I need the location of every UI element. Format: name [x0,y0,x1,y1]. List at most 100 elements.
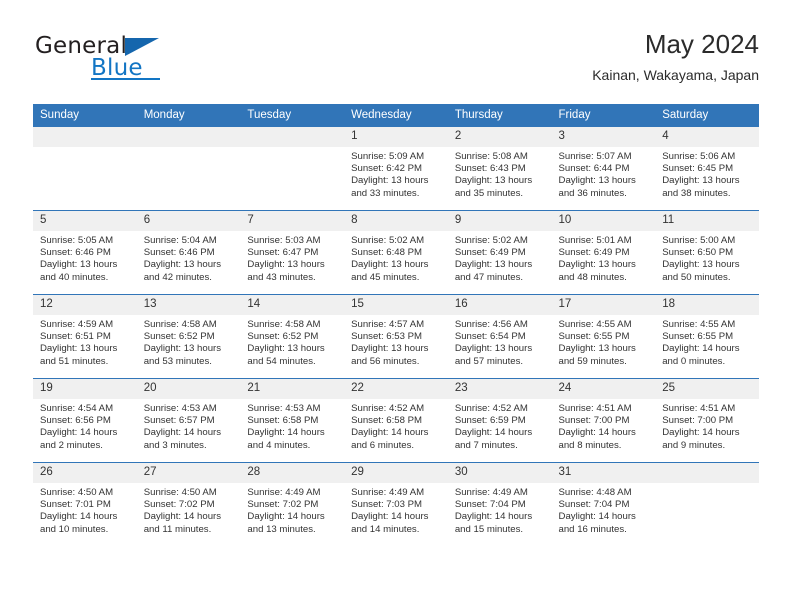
day-number: 29 [344,463,448,483]
calendar-day-cell[interactable]: 9 Sunrise: 5:02 AM Sunset: 6:49 PM Daylight… [447,210,552,295]
calendar-day-cell[interactable]: 1 Sunrise: 5:09 AM Sunset: 6:42 PM Daylight… [344,126,448,211]
calendar-day-cell[interactable]: 25 Sunrise: 4:51 AM Sunset: 7:00 PM Dayligh… [655,378,759,463]
sunrise-time: Sunrise: 4:59 AM [40,319,114,330]
triangle-flag-icon [125,38,159,56]
calendar-day-cell[interactable]: 8 Sunrise: 5:02 AM Sunset: 6:48 PM Daylight… [344,210,448,295]
calendar-day-cell[interactable]: 19 Sunrise: 4:54 AM Sunset: 6:56 PM Dayligh… [33,378,137,463]
daylight-duration-line2: and 11 minutes. [143,523,212,535]
day-cell-content: 16 Sunrise: 4:56 AM Sunset: 6:54 PM Dayligh… [447,295,552,378]
day-cell-content: 4 Sunrise: 5:06 AM Sunset: 6:45 PM Daylight… [655,127,759,210]
day-number: 27 [136,463,241,483]
sunrise-time: Sunrise: 4:56 AM [454,319,528,330]
calendar-day-cell[interactable]: 21 Sunrise: 4:53 AM Sunset: 6:58 PM Dayligh… [240,378,345,463]
day-details: Sunrise: 4:49 AM Sunset: 7:04 PM Daylight:… [448,483,552,536]
calendar-day-cell[interactable]: 31 Sunrise: 4:48 AM Sunset: 7:04 PM Dayligh… [551,462,656,546]
calendar-day-cell[interactable]: 28 Sunrise: 4:49 AM Sunset: 7:02 PM Dayligh… [240,462,345,546]
calendar-day-cell[interactable]: 16 Sunrise: 4:56 AM Sunset: 6:54 PM Dayligh… [447,294,552,379]
day-number: 13 [136,295,241,315]
sunset-time: Sunset: 6:49 PM [454,247,526,259]
daylight-duration-line1: Daylight: 14 hours [247,427,325,439]
day-details: Sunrise: 5:02 AM Sunset: 6:49 PM Daylight:… [448,231,552,284]
calendar-day-cell[interactable]: 22 Sunrise: 4:52 AM Sunset: 6:58 PM Dayligh… [344,378,448,463]
day-cell-content: 6 Sunrise: 5:04 AM Sunset: 6:46 PM Daylight… [136,211,241,294]
calendar-day-cell[interactable]: 15 Sunrise: 4:57 AM Sunset: 6:53 PM Dayligh… [344,294,448,379]
calendar-grid: Sunday Monday Tuesday Wednesday Thursday Frid… [33,104,759,546]
calendar-day-cell[interactable]: 7 Sunrise: 5:03 AM Sunset: 6:47 PM Daylight… [240,210,345,295]
day-number: 16 [447,295,552,315]
calendar-day-cell[interactable]: 27 Sunrise: 4:50 AM Sunset: 7:02 PM Dayligh… [136,462,241,546]
day-number: 5 [33,211,137,231]
day-number: 25 [655,379,759,399]
sunset-time: Sunset: 7:00 PM [662,415,734,427]
calendar-day-cell[interactable]: 5 Sunrise: 5:05 AM Sunset: 6:46 PM Daylight… [33,210,137,295]
day-cell-content: 25 Sunrise: 4:51 AM Sunset: 7:00 PM Dayligh… [655,379,759,462]
title-block: May 2024 Kainan, Wakayama, Japan [592,28,759,85]
calendar-day-cell[interactable]: 2 Sunrise: 5:08 AM Sunset: 6:43 PM Daylight… [447,126,552,211]
sunset-time: Sunset: 7:02 PM [143,499,215,511]
sunset-time: Sunset: 7:00 PM [558,415,630,427]
daylight-duration-line1: Daylight: 14 hours [558,511,636,523]
day-cell-content: 12 Sunrise: 4:59 AM Sunset: 6:51 PM Dayligh… [33,295,137,378]
sunset-time: Sunset: 6:59 PM [454,415,526,427]
sunrise-time: Sunrise: 4:50 AM [143,487,217,498]
day-cell-content [240,127,345,210]
brand-logo[interactable]: General Blue [33,28,333,90]
day-number: 20 [136,379,241,399]
day-details: Sunrise: 4:59 AM Sunset: 6:51 PM Daylight:… [33,315,137,368]
calendar-cell-empty [136,126,241,211]
sunrise-time: Sunrise: 5:07 AM [558,151,632,162]
day-cell-content: 22 Sunrise: 4:52 AM Sunset: 6:58 PM Dayligh… [344,379,448,462]
daylight-duration-line2: and 3 minutes. [143,439,207,451]
day-cell-content: 31 Sunrise: 4:48 AM Sunset: 7:04 PM Dayligh… [551,463,656,546]
calendar-day-cell[interactable]: 18 Sunrise: 4:55 AM Sunset: 6:55 PM Dayligh… [655,294,759,379]
sunset-time: Sunset: 6:49 PM [558,247,630,259]
day-details: Sunrise: 4:51 AM Sunset: 7:00 PM Daylight:… [552,399,656,452]
calendar-day-cell[interactable]: 4 Sunrise: 5:06 AM Sunset: 6:45 PM Daylight… [655,126,759,211]
day-cell-content [33,127,137,210]
daylight-duration-line1: Daylight: 13 hours [143,343,222,355]
calendar-day-cell[interactable]: 14 Sunrise: 4:58 AM Sunset: 6:52 PM Dayligh… [240,294,345,379]
daylight-duration-line2: and 47 minutes. [454,271,524,283]
calendar-day-cell[interactable]: 20 Sunrise: 4:53 AM Sunset: 6:57 PM Dayligh… [136,378,241,463]
calendar-day-cell[interactable]: 13 Sunrise: 4:58 AM Sunset: 6:52 PM Dayligh… [136,294,241,379]
weekday-header-tuesday: Tuesday [240,104,345,127]
calendar-day-cell[interactable]: 11 Sunrise: 5:00 AM Sunset: 6:50 PM Dayligh… [655,210,759,295]
daylight-duration-line1: Daylight: 13 hours [558,259,636,271]
sunset-time: Sunset: 7:04 PM [558,499,630,511]
calendar-day-cell[interactable]: 24 Sunrise: 4:51 AM Sunset: 7:00 PM Dayligh… [551,378,656,463]
calendar-day-cell[interactable]: 17 Sunrise: 4:55 AM Sunset: 6:55 PM Dayligh… [551,294,656,379]
day-details: Sunrise: 4:49 AM Sunset: 7:03 PM Daylight:… [344,483,448,536]
day-number: 15 [344,295,448,315]
calendar-day-cell[interactable]: 30 Sunrise: 4:49 AM Sunset: 7:04 PM Dayligh… [447,462,552,546]
day-details: Sunrise: 4:48 AM Sunset: 7:04 PM Daylight:… [552,483,656,536]
calendar-day-cell[interactable]: 6 Sunrise: 5:04 AM Sunset: 6:46 PM Daylight… [136,210,241,295]
daylight-duration-line2: and 13 minutes. [247,523,316,535]
sunset-time: Sunset: 6:53 PM [351,331,423,343]
day-cell-content: 11 Sunrise: 5:00 AM Sunset: 6:50 PM Dayligh… [655,211,759,294]
sunset-time: Sunset: 7:02 PM [247,499,319,511]
calendar-page: General Blue May 2024 Kainan, Wakayama, … [0,0,792,612]
weekday-header-row: Sunday Monday Tuesday Wednesday Thursday Frid… [33,104,759,127]
daylight-duration-line1: Daylight: 13 hours [40,343,118,355]
day-cell-content: 3 Sunrise: 5:07 AM Sunset: 6:44 PM Daylight… [551,127,656,210]
day-number: 4 [655,127,759,147]
daylight-duration-line1: Daylight: 14 hours [40,511,118,523]
sunrise-time: Sunrise: 4:52 AM [351,403,425,414]
day-details: Sunrise: 4:58 AM Sunset: 6:52 PM Daylight:… [137,315,241,368]
daylight-duration-line1: Daylight: 13 hours [662,259,740,271]
daylight-duration-line1: Daylight: 14 hours [558,427,636,439]
sunrise-time: Sunrise: 4:48 AM [558,487,632,498]
day-cell-content: 7 Sunrise: 5:03 AM Sunset: 6:47 PM Daylight… [240,211,345,294]
daylight-duration-line2: and 38 minutes. [662,187,731,199]
sunset-time: Sunset: 6:48 PM [351,247,423,259]
sunset-time: Sunset: 6:58 PM [351,415,423,427]
calendar-day-cell[interactable]: 10 Sunrise: 5:01 AM Sunset: 6:49 PM Dayligh… [551,210,656,295]
page-title: May 2024 [644,29,759,59]
calendar-day-cell[interactable]: 29 Sunrise: 4:49 AM Sunset: 7:03 PM Dayligh… [344,462,448,546]
day-details: Sunrise: 4:52 AM Sunset: 6:58 PM Daylight:… [344,399,448,452]
calendar-day-cell[interactable]: 23 Sunrise: 4:52 AM Sunset: 6:59 PM Dayligh… [447,378,552,463]
calendar-day-cell[interactable]: 26 Sunrise: 4:50 AM Sunset: 7:01 PM Dayligh… [33,462,137,546]
calendar-day-cell[interactable]: 3 Sunrise: 5:07 AM Sunset: 6:44 PM Daylight… [551,126,656,211]
sunset-time: Sunset: 6:45 PM [662,163,734,175]
calendar-day-cell[interactable]: 12 Sunrise: 4:59 AM Sunset: 6:51 PM Dayligh… [33,294,137,379]
